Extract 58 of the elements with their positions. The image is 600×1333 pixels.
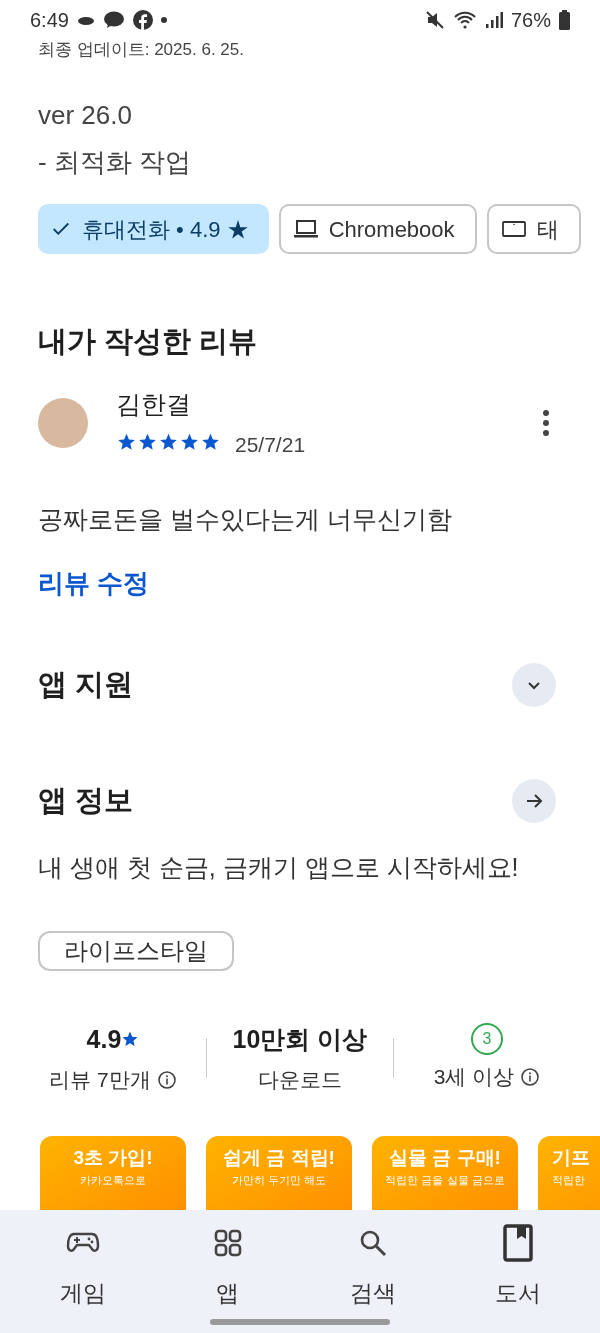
book-icon <box>502 1224 533 1262</box>
star-icon <box>200 431 221 452</box>
update-date: 최종 업데이트: 2025. 6. 25. <box>38 40 245 60</box>
battery-icon <box>559 10 570 30</box>
version-text: ver 26.0 <box>38 99 133 132</box>
star-icon <box>121 1030 140 1049</box>
chat-icon <box>102 11 125 29</box>
review-text: 공짜로돈을 벌수있다는게 너무신기함 <box>37 503 453 535</box>
release-note: - 최적화 작업 <box>38 146 193 179</box>
device-chip[interactable]: Chromebook <box>278 204 477 254</box>
device-chip[interactable]: 휴대전화 • 4.9 ★ <box>38 204 269 254</box>
screenshot-title: 실물 금 구매! <box>389 1145 501 1170</box>
dot-icon <box>160 17 167 23</box>
mute-icon <box>424 10 445 30</box>
info-icon <box>520 1067 541 1087</box>
battery-percent: 76% <box>510 8 551 33</box>
rating-value: 4.9 <box>86 1023 122 1055</box>
star-icon <box>179 431 200 452</box>
tablet-icon <box>500 218 527 240</box>
star-icon <box>116 431 137 452</box>
screenshot-subtitle: 적립한 <box>552 1173 585 1188</box>
signal-icon <box>484 11 503 29</box>
grid-icon <box>213 1229 242 1257</box>
open-button[interactable] <box>512 779 556 823</box>
reviewer-name: 김한결 <box>116 388 192 420</box>
section-heading: 내가 작성한 리뷰 <box>37 324 259 359</box>
screenshot-title: 3초 가입! <box>73 1145 153 1170</box>
downloads-value: 10만회 이상 <box>232 1023 368 1055</box>
app-description: 내 생애 첫 순금, 금캐기 앱으로 시작하세요! <box>37 852 520 883</box>
screenshot-title: 쉽게 금 적립! <box>223 1145 335 1170</box>
edit-review-link[interactable]: 리뷰 수정 <box>38 564 150 603</box>
section-title: 앱 지원 <box>38 667 134 703</box>
status-time: 6:49 <box>30 8 69 33</box>
nav-tab[interactable]: 앱 <box>172 1224 283 1311</box>
nav-tab[interactable]: 도서 <box>462 1224 573 1311</box>
age-rating-badge: 3 <box>471 1023 503 1056</box>
star-icon <box>137 431 158 452</box>
laptop-icon <box>292 218 319 240</box>
nav-tab[interactable]: 검색 <box>317 1224 428 1311</box>
stat-label: 리뷰 7만개 <box>49 1067 151 1093</box>
star-icon <box>158 431 179 452</box>
facebook-icon <box>132 10 153 30</box>
section-title: 앱 정보 <box>38 783 134 819</box>
more-icon[interactable] <box>542 409 550 437</box>
avatar <box>38 398 88 448</box>
category-chip[interactable]: 라이프스타일 <box>38 930 234 971</box>
cloud-icon <box>76 14 95 26</box>
nav-tab[interactable]: 게임 <box>27 1224 138 1311</box>
stat-label: 3세 이상 <box>433 1064 515 1091</box>
screenshot-subtitle: 가만히 두기만 해도 <box>231 1173 327 1188</box>
screenshot-subtitle: 카카오톡으로 <box>80 1173 146 1188</box>
screenshot-subtitle: 적립한 금을 실물 금으로 <box>385 1173 505 1188</box>
info-icon <box>156 1069 177 1090</box>
device-chip[interactable]: 태 <box>486 204 581 254</box>
review-date: 25/7/21 <box>235 432 306 458</box>
wifi-icon <box>452 10 477 30</box>
screenshot-title: 기프 <box>552 1145 590 1170</box>
stat-label: 다운로드 <box>258 1067 342 1093</box>
